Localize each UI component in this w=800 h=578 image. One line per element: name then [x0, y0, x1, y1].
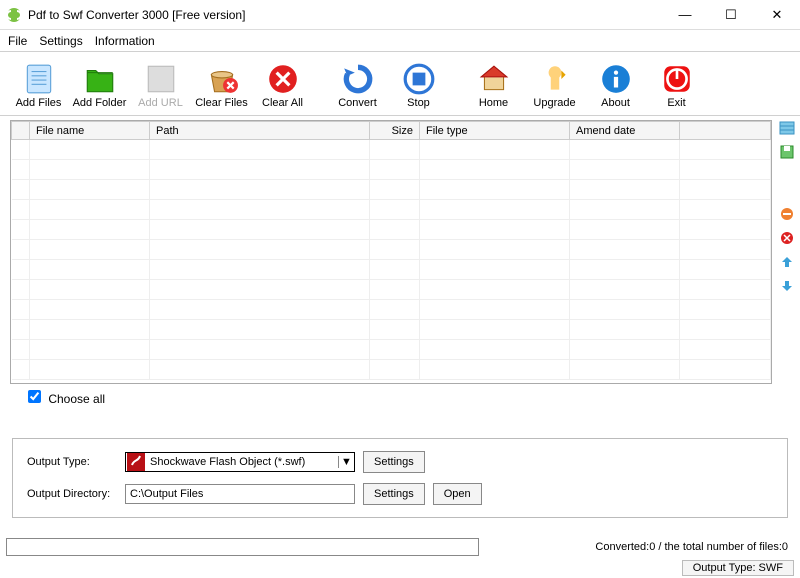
stop-icon: [402, 62, 436, 96]
clear-all-icon: [266, 62, 300, 96]
swf-icon: [127, 453, 145, 471]
col-size[interactable]: Size: [370, 122, 420, 140]
choose-all-label: Choose all: [48, 392, 105, 406]
add-files-icon: [22, 62, 56, 96]
clear-all-button[interactable]: Clear All: [254, 56, 311, 115]
progress-bar: [6, 538, 479, 556]
add-files-button[interactable]: Add Files: [10, 56, 67, 115]
side-move-up-icon[interactable]: [779, 254, 795, 270]
about-icon: [599, 62, 633, 96]
open-output-button[interactable]: Open: [433, 483, 482, 505]
col-file-type[interactable]: File type: [420, 122, 570, 140]
minimize-button[interactable]: —: [662, 0, 708, 30]
col-file-name[interactable]: File name: [30, 122, 150, 140]
output-dir-label: Output Directory:: [27, 488, 117, 500]
table-row: [12, 140, 771, 160]
file-list[interactable]: File name Path Size File type Amend date: [10, 120, 772, 384]
table-row: [12, 300, 771, 320]
status-output-type: Output Type: SWF: [682, 560, 794, 576]
exit-icon: [660, 62, 694, 96]
upgrade-button[interactable]: Upgrade: [526, 56, 583, 115]
table-row: [12, 340, 771, 360]
output-type-select[interactable]: Shockwave Flash Object (*.swf) ▼: [125, 452, 355, 472]
titlebar: Pdf to Swf Converter 3000 [Free version]…: [0, 0, 800, 30]
table-row: [12, 180, 771, 200]
output-panel: Output Type: Shockwave Flash Object (*.s…: [12, 438, 788, 518]
side-toolbar: [774, 116, 800, 434]
table-row: [12, 240, 771, 260]
table-row: [12, 200, 771, 220]
table-row: [12, 320, 771, 340]
exit-button[interactable]: Exit: [648, 56, 705, 115]
side-save-icon[interactable]: [779, 144, 795, 160]
side-delete-icon[interactable]: [779, 230, 795, 246]
upgrade-icon: [538, 62, 572, 96]
status-bar: Converted:0 / the total number of files:…: [0, 538, 800, 556]
home-icon: [477, 62, 511, 96]
stop-button[interactable]: Stop: [390, 56, 447, 115]
table-row: [12, 260, 771, 280]
side-list-icon[interactable]: [779, 120, 795, 136]
clear-files-icon: [205, 62, 239, 96]
clear-files-button[interactable]: Clear Files: [193, 56, 250, 115]
add-folder-button[interactable]: Add Folder: [71, 56, 128, 115]
toolbar: Add Files Add Folder Add URL Clear Files…: [0, 52, 800, 116]
col-spacer: [680, 122, 771, 140]
dropdown-arrow-icon: ▼: [338, 456, 354, 468]
col-amend-date[interactable]: Amend date: [570, 122, 680, 140]
col-checkbox[interactable]: [12, 122, 30, 140]
menu-settings[interactable]: Settings: [39, 34, 82, 48]
menu-information[interactable]: Information: [95, 34, 155, 48]
table-row: [12, 360, 771, 380]
output-type-label: Output Type:: [27, 456, 117, 468]
table-row: [12, 280, 771, 300]
output-dir-input[interactable]: [125, 484, 355, 504]
close-button[interactable]: ✕: [754, 0, 800, 30]
side-remove-icon[interactable]: [779, 206, 795, 222]
menubar: File Settings Information: [0, 30, 800, 52]
col-path[interactable]: Path: [150, 122, 370, 140]
output-type-settings-button[interactable]: Settings: [363, 451, 425, 473]
convert-icon: [341, 62, 375, 96]
table-row: [12, 160, 771, 180]
choose-all-checkbox[interactable]: [28, 390, 41, 403]
app-icon: [6, 7, 22, 23]
maximize-button[interactable]: ☐: [708, 0, 754, 30]
side-move-down-icon[interactable]: [779, 278, 795, 294]
home-button[interactable]: Home: [465, 56, 522, 115]
add-url-icon: [144, 62, 178, 96]
menu-file[interactable]: File: [8, 34, 27, 48]
convert-button[interactable]: Convert: [329, 56, 386, 115]
add-folder-icon: [83, 62, 117, 96]
about-button[interactable]: About: [587, 56, 644, 115]
table-row: [12, 220, 771, 240]
output-dir-settings-button[interactable]: Settings: [363, 483, 425, 505]
status-text: Converted:0 / the total number of files:…: [595, 541, 794, 553]
window-title: Pdf to Swf Converter 3000 [Free version]: [28, 8, 662, 22]
add-url-button: Add URL: [132, 56, 189, 115]
